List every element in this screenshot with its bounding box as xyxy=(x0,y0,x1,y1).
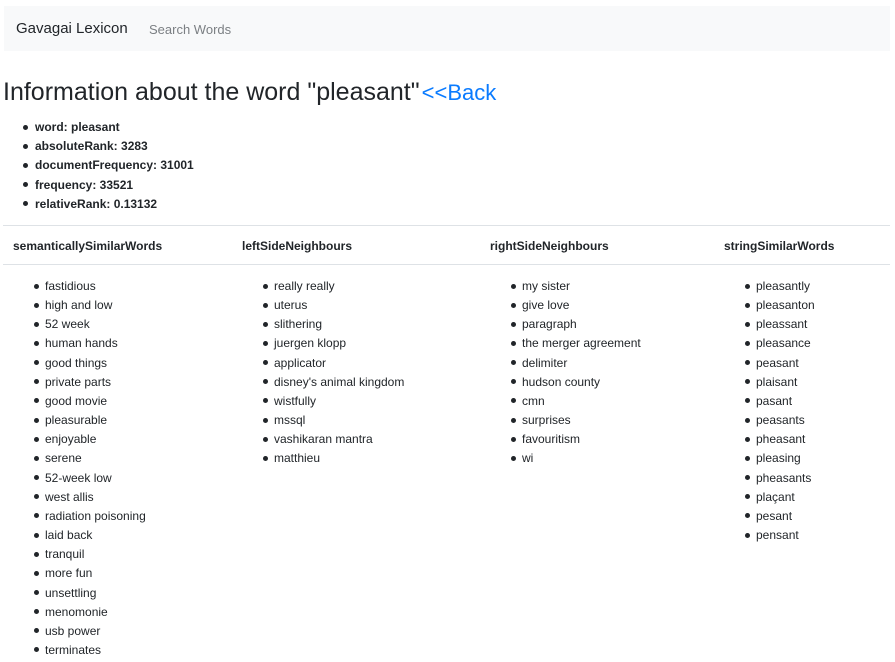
info-absolute-rank: absoluteRank: 3283 xyxy=(23,137,194,156)
list-item: wistfully xyxy=(263,392,404,411)
list-item: the merger agreement xyxy=(511,334,641,353)
info-document-frequency: documentFrequency: 31001 xyxy=(23,156,194,175)
column-heading-right-side-neighbours: rightSideNeighbours xyxy=(490,239,609,253)
list-item: 52-week low xyxy=(34,469,146,488)
list-item: pleasanton xyxy=(745,296,815,315)
word-info-list: word: pleasant absoluteRank: 3283 docume… xyxy=(23,118,194,214)
list-item: pleassant xyxy=(745,315,815,334)
column-heading-semantically-similar: semanticallySimilarWords xyxy=(13,239,163,253)
info-word: word: pleasant xyxy=(23,118,194,137)
list-item: terminates xyxy=(34,641,146,660)
page-title-text: Information about the word "pleasant" xyxy=(3,78,420,106)
list-item: west allis xyxy=(34,488,146,507)
list-item: menomonie xyxy=(34,603,146,622)
list-item: pheasants xyxy=(745,469,815,488)
list-item: pleasance xyxy=(745,334,815,353)
list-item: pleasing xyxy=(745,449,815,468)
list-item: pheasant xyxy=(745,430,815,449)
list-item: uterus xyxy=(263,296,404,315)
list-item: pensant xyxy=(745,526,815,545)
list-item: hudson county xyxy=(511,373,641,392)
list-item: usb power xyxy=(34,622,146,641)
info-relative-rank: relativeRank: 0.13132 xyxy=(23,195,194,214)
divider-header xyxy=(3,264,890,265)
list-item: vashikaran mantra xyxy=(263,430,404,449)
column-heading-left-side-neighbours: leftSideNeighbours xyxy=(242,239,353,253)
list-item: slithering xyxy=(263,315,404,334)
list-item: juergen klopp xyxy=(263,334,404,353)
back-link[interactable]: <<Back xyxy=(422,80,497,105)
brand-link[interactable]: Gavagai Lexicon xyxy=(16,20,128,37)
page-title: Information about the word "pleasant"<<B… xyxy=(3,76,496,109)
list-item: pleasurable xyxy=(34,411,146,430)
list-item: wi xyxy=(511,449,641,468)
list-item: peasant xyxy=(745,354,815,373)
list-item: serene xyxy=(34,449,146,468)
list-item: delimiter xyxy=(511,354,641,373)
list-item: good things xyxy=(34,354,146,373)
semantically-similar-list: fastidious high and low 52 week human hands… xyxy=(34,277,146,660)
info-frequency: frequency: 33521 xyxy=(23,176,194,195)
list-item: disney's animal kingdom xyxy=(263,373,404,392)
list-item: really really xyxy=(263,277,404,296)
list-item: paragraph xyxy=(511,315,641,334)
list-item: my sister xyxy=(511,277,641,296)
list-item: tranquil xyxy=(34,545,146,564)
list-item: human hands xyxy=(34,334,146,353)
list-item: enjoyable xyxy=(34,430,146,449)
list-item: radiation poisoning xyxy=(34,507,146,526)
list-item: matthieu xyxy=(263,449,404,468)
search-words-link[interactable]: Search Words xyxy=(149,22,231,37)
list-item: pleasantly xyxy=(745,277,815,296)
list-item: cmn xyxy=(511,392,641,411)
list-item: more fun xyxy=(34,564,146,583)
divider-top xyxy=(3,225,890,226)
list-item: surprises xyxy=(511,411,641,430)
navbar: Gavagai Lexicon Search Words xyxy=(4,6,890,51)
right-side-neighbours-list: my sister give love paragraph the merger ag… xyxy=(511,277,641,469)
list-item: pesant xyxy=(745,507,815,526)
list-item: plaisant xyxy=(745,373,815,392)
string-similar-list: pleasantly pleasanton pleassant pleasance pe… xyxy=(745,277,815,545)
list-item: good movie xyxy=(34,392,146,411)
list-item: give love xyxy=(511,296,641,315)
list-item: applicator xyxy=(263,354,404,373)
list-item: unsettling xyxy=(34,584,146,603)
list-item: private parts xyxy=(34,373,146,392)
list-item: laid back xyxy=(34,526,146,545)
list-item: peasants xyxy=(745,411,815,430)
list-item: favouritism xyxy=(511,430,641,449)
list-item: 52 week xyxy=(34,315,146,334)
list-item: pasant xyxy=(745,392,815,411)
column-heading-string-similar: stringSimilarWords xyxy=(724,239,835,253)
list-item: mssql xyxy=(263,411,404,430)
list-item: plaçant xyxy=(745,488,815,507)
list-item: high and low xyxy=(34,296,146,315)
left-side-neighbours-list: really really uterus slithering juergen klo… xyxy=(263,277,404,469)
list-item: fastidious xyxy=(34,277,146,296)
